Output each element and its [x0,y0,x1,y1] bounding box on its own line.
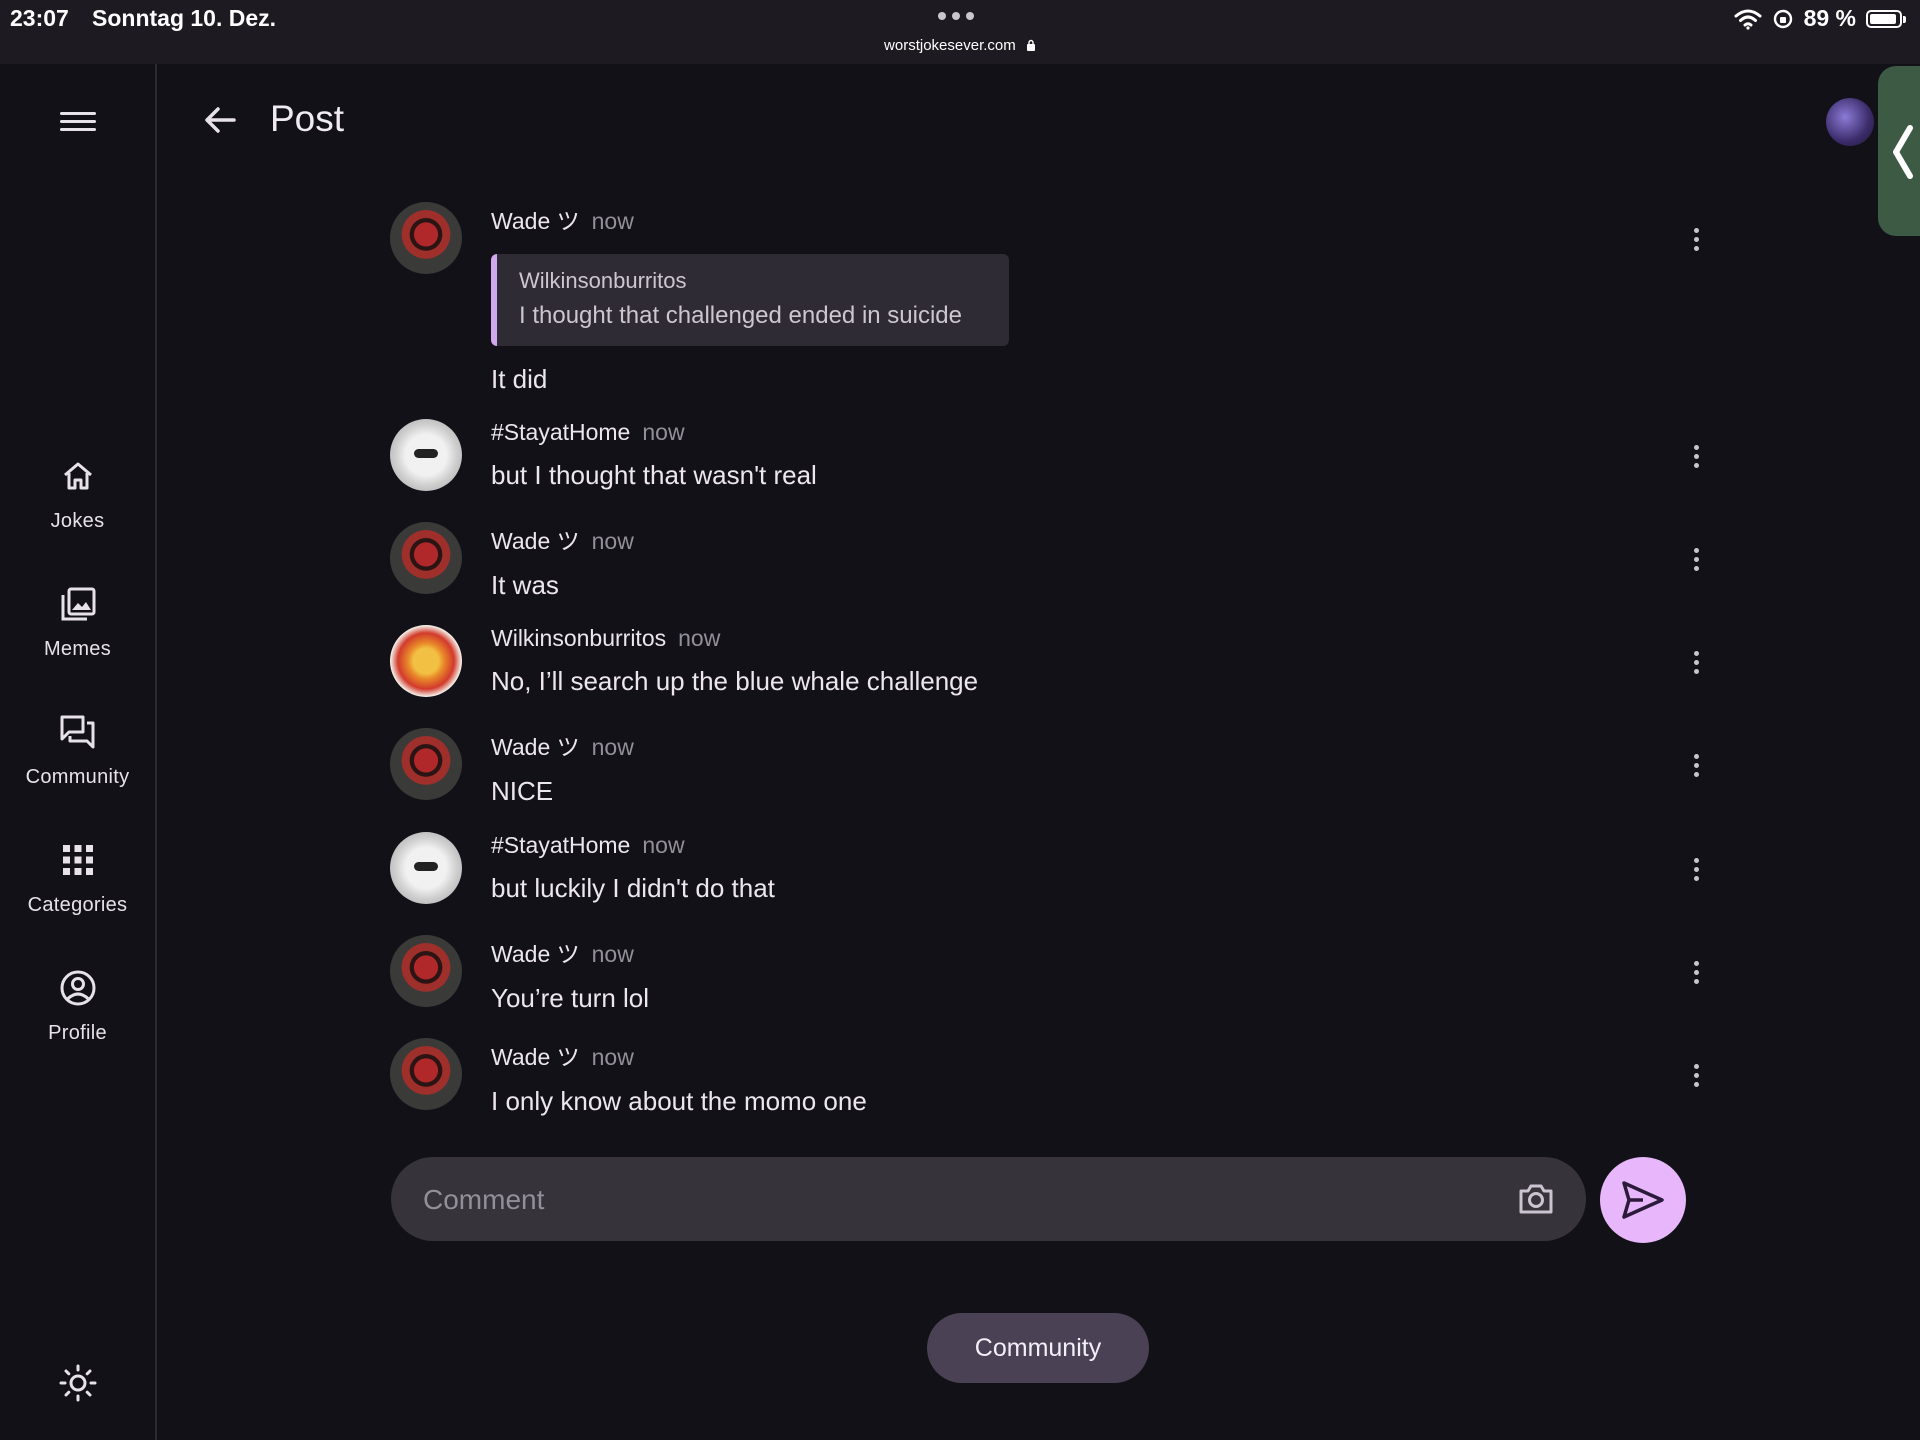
comment-author[interactable]: #StayatHome [491,832,630,858]
orientation-lock-icon [1773,9,1792,28]
nav-label-community: Community [25,766,130,788]
more-options-icon[interactable] [1694,754,1700,778]
more-options-icon[interactable] [1694,445,1700,469]
comment-time: now [678,625,721,651]
more-dots-icon[interactable] [938,12,974,20]
comment-text: It did [491,364,548,394]
chevron-left-icon [1893,125,1913,179]
nav-label-profile: Profile [48,1022,107,1044]
avatar[interactable] [390,625,462,697]
back-arrow-icon[interactable] [198,100,244,140]
more-options-icon[interactable] [1694,228,1700,252]
more-options-icon[interactable] [1694,548,1700,572]
nav-label-categories: Categories [27,894,128,916]
send-icon [1622,1181,1664,1219]
lock-icon [1026,39,1035,51]
quoted-text: I thought that challenged ended in suici… [519,302,963,329]
hamburger-menu-icon[interactable] [58,107,98,137]
more-options-icon[interactable] [1694,961,1700,985]
comment-time: now [591,528,634,554]
comment-box [391,1157,1586,1243]
avatar[interactable] [390,202,462,274]
comment-author[interactable]: Wilkinsonburritos [491,625,666,651]
wifi-icon [1734,9,1762,30]
battery-percent: 89 % [1803,5,1856,31]
comment-time: now [642,419,685,445]
more-options-icon[interactable] [1694,651,1700,675]
battery-icon [1866,9,1906,28]
nav-item-community[interactable]: Community [0,712,155,789]
comment-author[interactable]: Wade ツ [491,528,580,554]
quoted-author: Wilkinsonburritos [519,268,687,293]
avatar[interactable] [390,1038,462,1110]
comment-author[interactable]: Wade ツ [491,1044,580,1070]
avatar[interactable] [390,522,462,594]
avatar[interactable] [390,935,462,1007]
community-button[interactable]: Community [927,1313,1149,1383]
comment-time: now [591,1044,634,1070]
comment-text: I only know about the momo one [491,1086,867,1116]
avatar[interactable] [390,832,462,904]
side-panel-tab[interactable] [1878,66,1920,236]
url-text: worstjokesever.com [884,37,1016,54]
comment-time: now [591,734,634,760]
comment-text: but I thought that wasn't real [491,460,817,490]
comment-author[interactable]: Wade ツ [491,734,580,760]
comment-input[interactable] [421,1157,1505,1243]
comment-text: No, I’ll search up the blue whale challe… [491,666,979,696]
home-icon [63,462,92,490]
theme-toggle-sun-icon[interactable] [58,1363,98,1403]
comment-author[interactable]: #StayatHome [491,419,630,445]
forum-icon [60,715,94,749]
comment-time: now [642,832,685,858]
more-options-icon[interactable] [1694,1064,1700,1088]
comment-text: but luckily I didn't do that [491,873,775,903]
comment-text: NICE [491,776,554,806]
status-date: Sonntag 10. Dez. [92,5,277,31]
comment-time: now [591,941,634,967]
nav-label-memes: Memes [43,638,112,660]
account-circle-icon [60,970,95,1006]
more-options-icon[interactable] [1694,858,1700,882]
quoted-reply[interactable]: Wilkinsonburritos I thought that challen… [491,254,1009,346]
comment-author[interactable]: Wade ツ [491,208,580,234]
nav-item-jokes[interactable]: Jokes [0,456,155,533]
navigation-rail: Jokes Memes Community Categories Profile [0,64,157,1440]
page-title: Post [270,98,345,139]
comment-text: You’re turn lol [491,983,650,1013]
comment-text: It was [491,570,559,600]
grid-icon [62,845,93,875]
images-icon [61,587,95,621]
address-bar[interactable]: worstjokesever.com [0,37,1920,54]
avatar[interactable] [390,419,462,491]
user-avatar[interactable] [1826,98,1874,146]
nav-item-profile[interactable]: Profile [0,968,155,1045]
comment-author[interactable]: Wade ツ [491,941,580,967]
camera-icon[interactable] [1516,1179,1556,1219]
send-button[interactable] [1600,1157,1686,1243]
status-time: 23:07 [10,5,69,31]
comment-time: now [591,208,634,234]
avatar[interactable] [390,728,462,800]
nav-label-jokes: Jokes [50,510,105,532]
system-status-bar: 23:07 Sonntag 10. Dez. worstjokesever.co… [0,0,1920,64]
nav-item-memes[interactable]: Memes [0,584,155,661]
nav-item-categories[interactable]: Categories [0,840,155,917]
